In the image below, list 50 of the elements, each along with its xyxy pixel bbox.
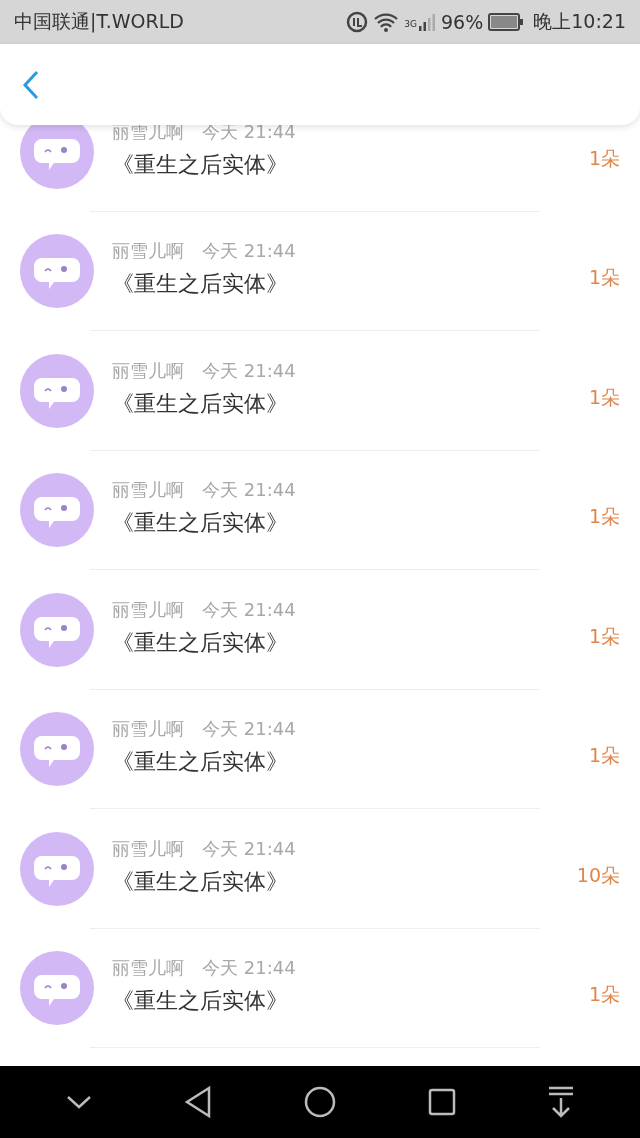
avatar-icon [20,353,94,428]
book-title: 《重生之后实体》 [112,628,289,657]
book-title: 《重生之后实体》 [112,509,289,538]
timestamp: 今天 21:44 [202,239,296,264]
flower-count: 1朵 [588,623,620,649]
sender-name: 丽雪儿啊 [112,239,184,264]
sender-name: 丽雪儿啊 [112,717,184,742]
sender-name: 丽雪儿啊 [112,358,184,383]
flower-count: 1朵 [588,145,620,171]
battery-percent: 96% [441,11,484,33]
timestamp: 今天 21:44 [202,597,296,622]
timestamp: 今天 21:44 [202,836,296,861]
book-title: 《重生之后实体》 [112,389,289,418]
timestamp: 今天 21:44 [202,478,296,503]
timestamp: 今天 21:44 [202,956,296,981]
recents-icon[interactable] [428,1088,456,1116]
sender-name: 丽雪儿啊 [112,478,184,503]
back-button[interactable] [22,69,40,100]
flower-count: 1朵 [588,504,620,530]
avatar-icon [20,951,94,1026]
sender-name: 丽雪儿啊 [112,956,184,981]
network-label: 3G [404,19,417,29]
book-title: 《重生之后实体》 [112,270,289,299]
avatar-icon [20,473,94,548]
sender-name: 丽雪儿啊 [112,597,184,622]
flower-count: 1朵 [588,743,620,769]
avatar-icon [20,234,94,309]
notification-pull-icon[interactable] [548,1086,574,1118]
carrier-name: 中国联通|T.WORLD [14,9,184,35]
timestamp: 今天 21:44 [202,358,296,383]
flower-count: 1朵 [588,384,620,410]
battery-icon [488,12,525,32]
back-icon[interactable] [184,1086,212,1118]
flower-count: 1朵 [588,982,620,1008]
avatar-icon [20,592,94,667]
avatar-icon [20,712,94,787]
chevron-down-icon[interactable] [66,1094,92,1110]
signal-icon [418,12,436,32]
book-title: 《重生之后实体》 [112,867,289,896]
book-title: 《重生之后实体》 [112,748,289,777]
home-icon[interactable] [304,1086,336,1118]
book-title: 《重生之后实体》 [112,150,289,179]
flower-count: 10朵 [576,862,620,888]
sender-name: 丽雪儿啊 [112,836,184,861]
flower-count: 1朵 [588,265,620,291]
avatar-icon [20,831,94,906]
clock: 晚上10:21 [533,9,626,34]
timestamp: 今天 21:44 [202,717,296,742]
wifi-icon [373,11,400,33]
book-title: 《重生之后实体》 [112,987,289,1016]
